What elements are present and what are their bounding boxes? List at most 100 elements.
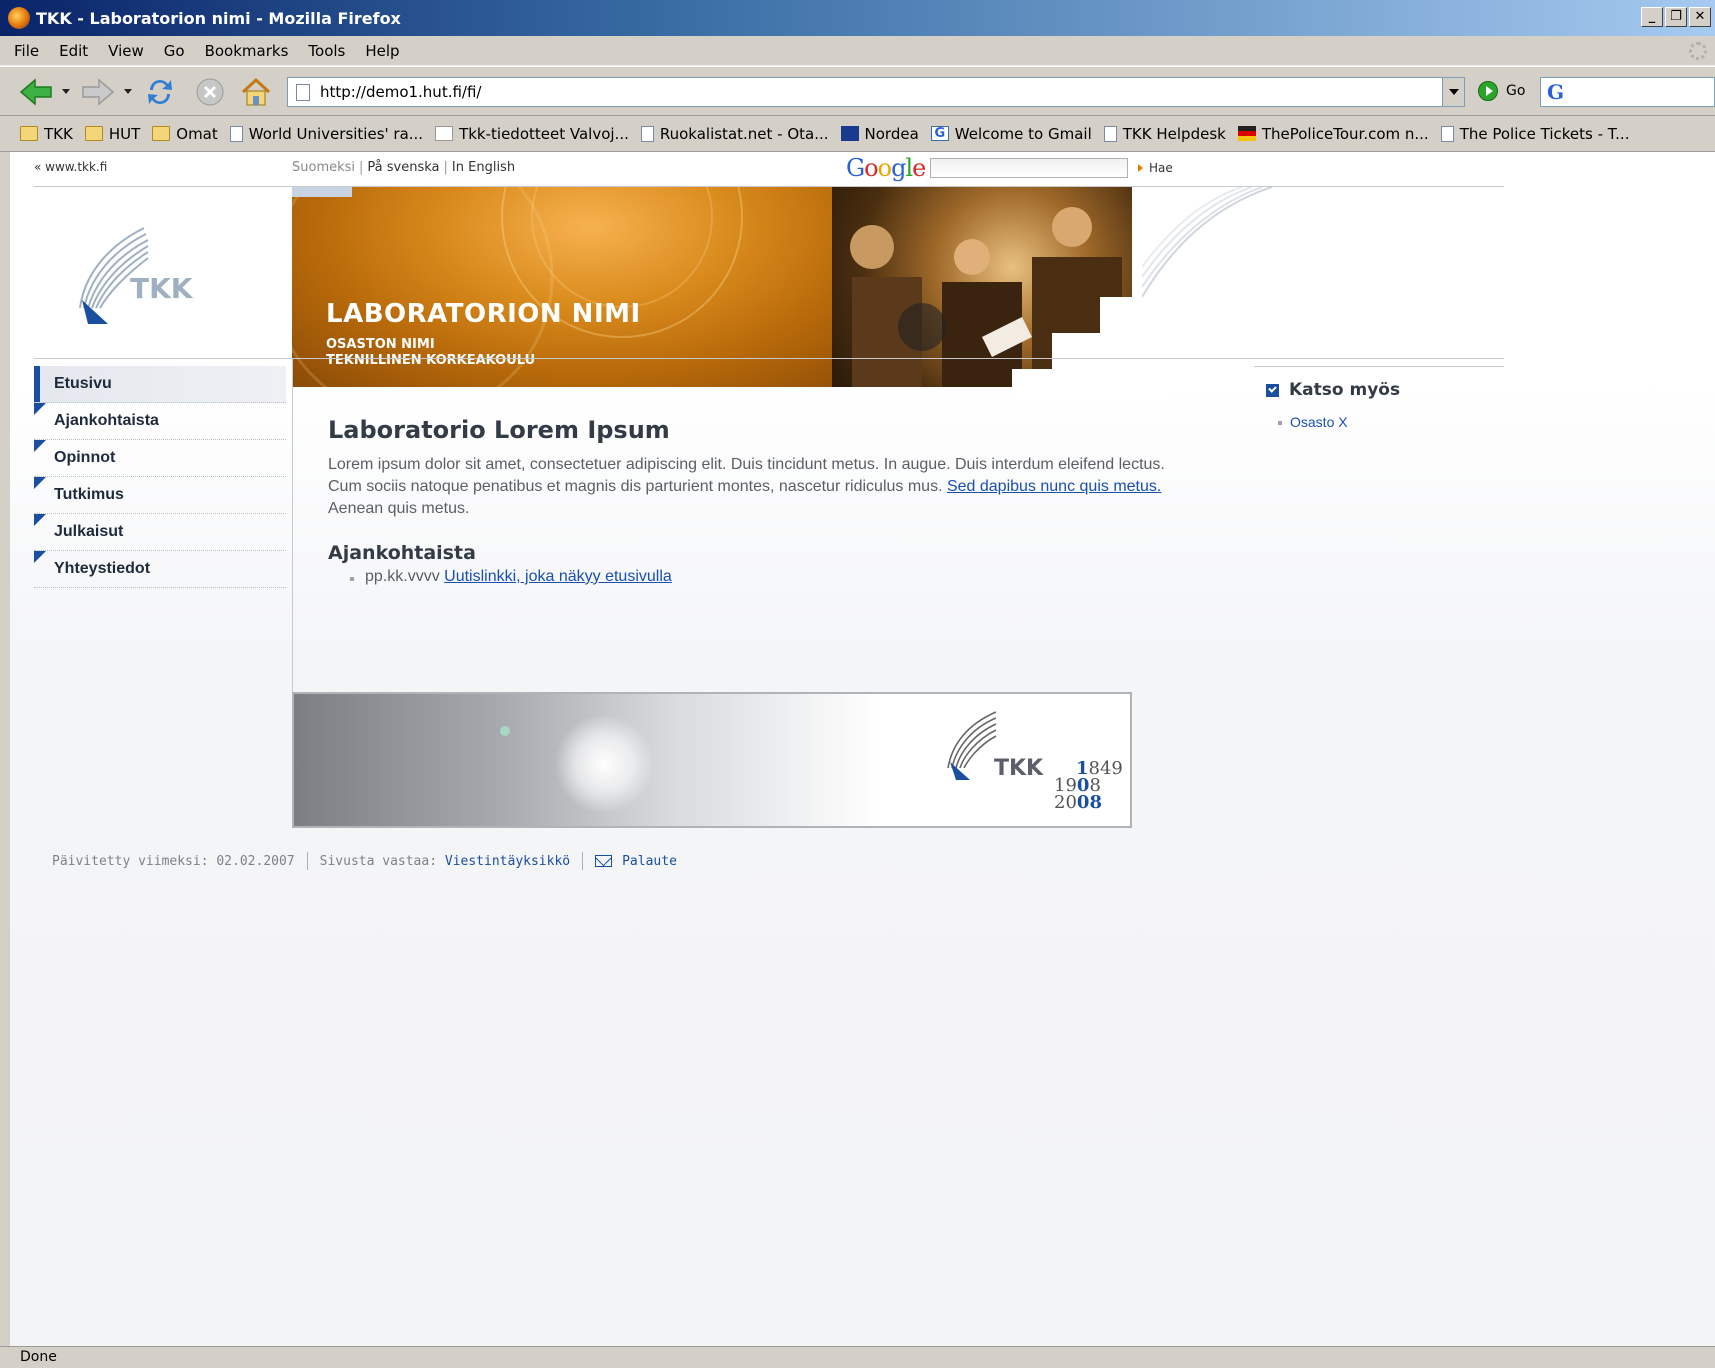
side-navigation: Etusivu Ajankohtaista Opinnot Tutkimus J… xyxy=(34,366,286,588)
google-logo: Google xyxy=(846,154,926,182)
tkk-home-link[interactable]: « www.tkk.fi xyxy=(34,160,107,174)
menu-view[interactable]: View xyxy=(108,42,144,60)
footer-logo-text: TKK xyxy=(994,756,1044,781)
stop-icon[interactable] xyxy=(192,75,228,109)
bookmark-tkk-helpdesk[interactable]: TKK Helpdesk xyxy=(1103,125,1226,143)
page-title: Laboratorio Lorem Ipsum xyxy=(328,416,670,444)
folder-icon xyxy=(20,126,38,141)
see-also-link[interactable]: Osasto X xyxy=(1278,414,1348,430)
site-search-input[interactable] xyxy=(930,158,1128,178)
page-icon xyxy=(640,125,654,142)
window-title: TKK - Laboratorion nimi - Mozilla Firefo… xyxy=(36,8,401,28)
nav-item-opinnot[interactable]: Opinnot xyxy=(34,440,286,477)
bookmark-hut[interactable]: HUT xyxy=(84,124,141,143)
menu-edit[interactable]: Edit xyxy=(59,42,88,60)
corner-marker-icon xyxy=(34,551,46,563)
bookmark-tkk-tiedotteet[interactable]: Tkk-tiedotteet Valvoj... xyxy=(435,125,629,143)
news-heading: Ajankohtaista xyxy=(328,542,476,564)
bookmark-nordea[interactable]: Nordea xyxy=(840,124,919,143)
search-submit-button[interactable]: Hae xyxy=(1138,161,1173,175)
nordea-icon xyxy=(840,126,859,141)
corner-marker-icon xyxy=(34,514,46,526)
lang-separator: | xyxy=(443,160,448,175)
nav-item-etusivu[interactable]: Etusivu xyxy=(34,366,286,403)
folder-icon xyxy=(152,126,171,141)
banner-corner xyxy=(1012,369,1172,399)
bookmark-gmail[interactable]: G Welcome to Gmail xyxy=(930,125,1092,143)
lang-finnish: Suomeksi xyxy=(292,160,356,175)
feedback-link[interactable]: Palaute xyxy=(622,854,677,869)
page-icon xyxy=(1440,125,1454,142)
menu-tools[interactable]: Tools xyxy=(308,42,345,60)
page-viewport[interactable]: « www.tkk.fi Suomeksi | På svenska | In Engl… xyxy=(10,152,1715,1346)
forward-history-dropdown[interactable] xyxy=(124,89,132,94)
bookmark-world-universities[interactable]: World Universities' ra... xyxy=(229,124,424,143)
news-date: pp.kk.vvvv xyxy=(365,568,440,585)
last-updated: Päivitetty viimeksi: 02.02.2007 xyxy=(52,853,295,869)
intro-tail: Aenean quis metus. xyxy=(328,500,470,517)
bookmark-label: Omat xyxy=(176,124,218,143)
intro-paragraph: Lorem ipsum dolor sit amet, consectetuer… xyxy=(328,454,1198,520)
bookmark-policetour[interactable]: ThePoliceTour.com n... xyxy=(1237,124,1429,143)
menu-go[interactable]: Go xyxy=(164,42,185,60)
header-banner: LABORATORION NIMI OSASTON NIMI TEKNILLIN… xyxy=(292,187,1272,399)
url-history-dropdown[interactable] xyxy=(1442,78,1464,106)
back-history-dropdown[interactable] xyxy=(62,89,70,94)
news-link[interactable]: Uutislinkki, joka näkyy etusivulla xyxy=(444,568,672,585)
go-arrow-icon xyxy=(1478,81,1498,101)
menu-bookmarks[interactable]: Bookmarks xyxy=(205,42,289,60)
window-left-border xyxy=(0,152,10,1346)
bookmark-label: World Universities' ra... xyxy=(248,124,424,143)
responsible-link[interactable]: Viestintäyksikkö xyxy=(445,854,570,869)
forward-icon[interactable] xyxy=(80,75,116,109)
banner-university: TEKNILLINEN KORKEAKOULU xyxy=(326,353,536,368)
folder-icon xyxy=(84,126,103,141)
nav-item-yhteystiedot[interactable]: Yhteystiedot xyxy=(34,551,286,588)
lang-english-link[interactable]: In English xyxy=(452,160,515,175)
minimize-button[interactable]: _ xyxy=(1641,7,1663,27)
reload-icon[interactable] xyxy=(142,75,178,109)
bookmark-tkk[interactable]: TKK xyxy=(20,125,73,143)
divider xyxy=(292,358,1504,359)
banner-glow xyxy=(554,714,654,814)
banner-decoration xyxy=(1142,187,1272,298)
menubar: File Edit View Go Bookmarks Tools Help xyxy=(0,36,1715,66)
nav-item-tutkimus[interactable]: Tutkimus xyxy=(34,477,286,514)
bookmark-label: Nordea xyxy=(864,124,919,143)
nav-item-julkaisut[interactable]: Julkaisut xyxy=(34,514,286,551)
intro-link[interactable]: Sed dapibus nunc quis metus. xyxy=(947,478,1161,495)
corner-marker-icon xyxy=(34,477,46,489)
go-label: Go xyxy=(1506,83,1526,99)
bookmark-label: TKK xyxy=(44,124,73,143)
bookmark-omat[interactable]: Omat xyxy=(152,125,218,143)
banner-dot xyxy=(500,726,510,736)
back-icon[interactable] xyxy=(18,75,54,109)
nav-item-label: Ajankohtaista xyxy=(54,412,159,429)
window-controls: _ ❐ ✕ xyxy=(1641,7,1711,27)
bookmark-label: HUT xyxy=(108,124,141,143)
firefox-icon xyxy=(8,7,30,29)
bookmark-police-tickets[interactable]: The Police Tickets - T... xyxy=(1440,125,1629,143)
bookmark-label: Tkk-tiedotteet Valvoj... xyxy=(459,124,629,143)
navigation-toolbar: http://demo1.hut.fi/fi/ Go G xyxy=(0,66,1715,116)
corner-marker-icon xyxy=(34,440,46,452)
url-field[interactable]: http://demo1.hut.fi/fi/ xyxy=(287,77,1465,107)
menu-help[interactable]: Help xyxy=(365,42,399,60)
close-button[interactable]: ✕ xyxy=(1689,7,1711,27)
go-button[interactable]: Go xyxy=(1478,81,1525,101)
responsible-label: Sivusta vastaa: xyxy=(319,853,438,869)
mail-icon[interactable] xyxy=(595,855,613,867)
home-icon[interactable] xyxy=(238,75,274,109)
restore-button[interactable]: ❐ xyxy=(1665,7,1687,27)
tkk-logo[interactable]: TKK xyxy=(34,188,292,358)
page-icon xyxy=(296,84,310,101)
menu-file[interactable]: File xyxy=(14,42,39,60)
year-digit: 8 xyxy=(1089,792,1102,813)
lang-swedish-link[interactable]: På svenska xyxy=(367,160,439,175)
nav-item-ajankohtaista[interactable]: Ajankohtaista xyxy=(34,403,286,440)
google-icon[interactable]: G xyxy=(1547,80,1564,104)
page-icon xyxy=(1103,125,1117,142)
search-bar[interactable]: G xyxy=(1540,77,1715,107)
bookmark-label: ThePoliceTour.com n... xyxy=(1261,124,1429,143)
bookmark-ruokalistat[interactable]: Ruokalistat.net - Ota... xyxy=(640,125,829,143)
